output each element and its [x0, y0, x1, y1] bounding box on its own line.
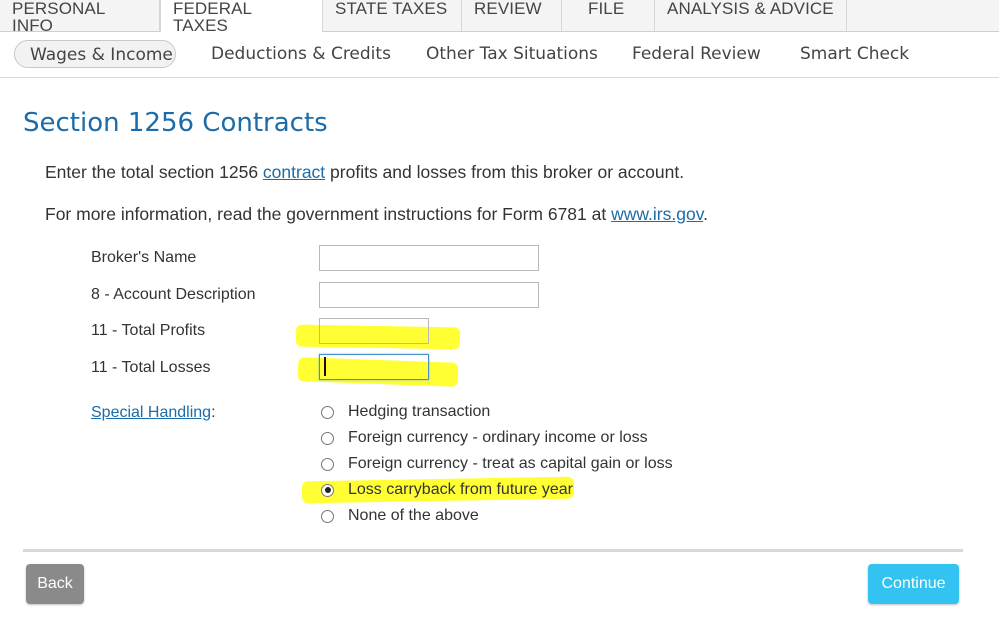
radio-button[interactable]	[321, 431, 334, 445]
subnav-deductions-credits[interactable]: Deductions & Credits	[211, 40, 391, 68]
page-title: Section 1256 Contracts	[23, 108, 328, 138]
tab-review[interactable]: REVIEW	[462, 0, 562, 31]
total-losses-input[interactable]	[319, 354, 429, 380]
radio-button-selected[interactable]	[321, 483, 334, 497]
radio-button[interactable]	[321, 457, 334, 471]
special-handling-link[interactable]: Special Handling	[91, 404, 211, 421]
special-handling-colon: :	[211, 404, 216, 421]
radio-button[interactable]	[321, 405, 334, 419]
contract-link[interactable]: contract	[263, 162, 325, 182]
tab-personal-info[interactable]: PERSONAL INFO	[0, 0, 160, 34]
subnav-wages-income[interactable]: Wages & Income	[14, 40, 176, 68]
tab-federal-taxes[interactable]: FEDERAL TAXES	[160, 0, 323, 34]
radio-label: Foreign currency - treat as capital gain…	[348, 455, 673, 472]
subnav-federal-review[interactable]: Federal Review	[632, 40, 761, 68]
special-handling-label: Special Handling:	[91, 404, 216, 422]
broker-name-label: Broker's Name	[91, 249, 197, 266]
info-text-after: .	[703, 204, 709, 224]
intro-text: Enter the total section 1256 contract pr…	[45, 162, 684, 183]
subnav-other-tax-situations[interactable]: Other Tax Situations	[426, 40, 598, 68]
radio-hedging[interactable]: Hedging transaction	[321, 401, 490, 423]
irs-gov-link[interactable]: www.irs.gov	[611, 204, 703, 224]
total-profits-label: 11 - Total Profits	[91, 322, 206, 339]
continue-button[interactable]: Continue	[868, 564, 959, 604]
info-text-before: For more information, read the governmen…	[45, 204, 612, 224]
radio-label: Hedging transaction	[348, 403, 491, 420]
broker-name-input[interactable]	[319, 245, 539, 271]
intro-text-before: Enter the total section 1256	[45, 162, 263, 182]
radio-button[interactable]	[321, 509, 334, 523]
info-text: For more information, read the governmen…	[45, 204, 708, 225]
text-cursor	[324, 357, 326, 376]
total-profits-input[interactable]	[319, 318, 429, 344]
divider	[23, 549, 963, 552]
total-losses-label: 11 - Total Losses	[91, 359, 211, 376]
tab-state-taxes[interactable]: STATE TAXES	[323, 0, 462, 31]
radio-foreign-currency-capital[interactable]: Foreign currency - treat as capital gain…	[321, 453, 673, 475]
back-button[interactable]: Back	[26, 564, 84, 604]
intro-text-after: profits and losses from this broker or a…	[325, 162, 685, 182]
radio-loss-carryback[interactable]: Loss carryback from future year	[321, 479, 573, 501]
radio-none-of-the-above[interactable]: None of the above	[321, 505, 479, 527]
radio-foreign-currency-ordinary[interactable]: Foreign currency - ordinary income or lo…	[321, 427, 648, 449]
subnav-smart-check[interactable]: Smart Check	[800, 40, 909, 68]
top-nav: PERSONAL INFO FEDERAL TAXES STATE TAXES …	[0, 0, 999, 34]
radio-label: None of the above	[348, 507, 479, 524]
tab-analysis-advice[interactable]: ANALYSIS & ADVICE	[655, 0, 847, 31]
account-description-input[interactable]	[319, 282, 539, 308]
account-description-label: 8 - Account Description	[91, 286, 256, 303]
sub-nav: Wages & Income Deductions & Credits Othe…	[0, 32, 999, 78]
tab-file[interactable]: FILE	[562, 0, 655, 31]
radio-label: Loss carryback from future year	[348, 481, 573, 498]
radio-label: Foreign currency - ordinary income or lo…	[348, 429, 648, 446]
